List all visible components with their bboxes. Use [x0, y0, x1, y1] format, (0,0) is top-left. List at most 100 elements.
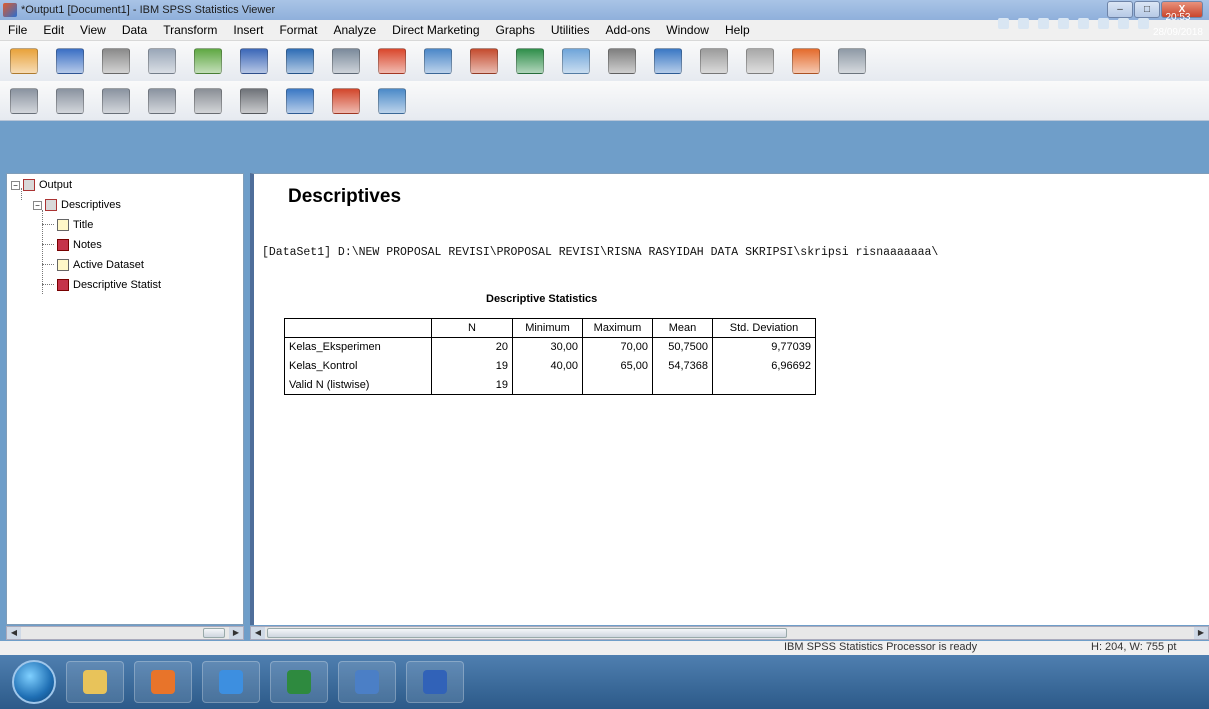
show-button[interactable]	[190, 84, 226, 118]
menu-edit[interactable]: Edit	[35, 23, 72, 37]
scroll-right-icon[interactable]: ▶	[229, 627, 243, 639]
export-icon	[194, 48, 222, 74]
scroll-thumb[interactable]	[203, 628, 225, 638]
scroll-thumb[interactable]	[267, 628, 787, 638]
tree-item-title[interactable]: Title	[57, 218, 93, 232]
insert-heading-button[interactable]	[282, 84, 318, 118]
network-icon[interactable]	[1098, 18, 1109, 29]
insert-new-text-button[interactable]	[374, 84, 410, 118]
taskbar-clock[interactable]: 20:53 28/09/2018	[1153, 10, 1203, 40]
minimize-button[interactable]: –	[1107, 1, 1133, 18]
spell-check-button[interactable]	[604, 44, 640, 78]
collapse-toggle-icon[interactable]: −	[11, 180, 20, 190]
tree-item-descriptives[interactable]: − Descriptives	[33, 198, 121, 212]
output-dimensions: H: 204, W: 755 pt	[1091, 641, 1177, 653]
menu-transform[interactable]: Transform	[155, 23, 225, 37]
tree-item-descriptive-statistics[interactable]: Descriptive Statist	[57, 278, 161, 292]
insert-image-button[interactable]	[834, 44, 870, 78]
media-player-taskbar-button[interactable]	[134, 661, 192, 703]
row-label: Kelas_Eksperimen	[284, 337, 432, 357]
word-taskbar-button[interactable]	[406, 661, 464, 703]
insert-chart-button[interactable]	[788, 44, 824, 78]
title-bar: *Output1 [Document1] - IBM SPSS Statisti…	[0, 0, 1209, 20]
menu-view[interactable]: View	[72, 23, 114, 37]
collapse-toggle-icon[interactable]: −	[33, 200, 42, 210]
export-button[interactable]	[190, 44, 226, 78]
print-preview-icon	[148, 48, 176, 74]
collapse-button[interactable]	[144, 84, 180, 118]
log-icon	[57, 259, 69, 271]
flag-icon[interactable]	[1078, 18, 1089, 29]
menu-analyze[interactable]: Analyze	[325, 23, 384, 37]
promote-icon	[10, 87, 38, 114]
cell-std-deviation: 6,96692	[712, 356, 816, 376]
antivirus-icon[interactable]	[1038, 18, 1049, 29]
scroll-left-icon[interactable]: ◀	[7, 627, 21, 639]
internet-explorer-taskbar-button[interactable]	[202, 661, 260, 703]
tree-item-active-dataset[interactable]: Active Dataset	[57, 258, 144, 272]
menu-help[interactable]: Help	[717, 23, 758, 37]
redo-button[interactable]	[328, 44, 364, 78]
variables-button[interactable]	[466, 44, 502, 78]
insert-title-button[interactable]	[696, 44, 732, 78]
menu-utilities[interactable]: Utilities	[543, 23, 598, 37]
menu-add-ons[interactable]: Add-ons	[598, 23, 659, 37]
insert-text-button[interactable]	[742, 44, 778, 78]
undo-button[interactable]	[282, 44, 318, 78]
outline-horizontal-scrollbar[interactable]: ◀ ▶	[6, 626, 244, 640]
spss-taskbar-button[interactable]	[338, 661, 396, 703]
tree-connector	[42, 284, 54, 285]
insert-heading-icon	[286, 87, 314, 114]
create-table-button[interactable]	[512, 44, 548, 78]
show-icon	[194, 87, 222, 114]
open-button[interactable]	[6, 44, 42, 78]
signal-icon[interactable]	[1138, 18, 1149, 29]
designate-window-button[interactable]	[650, 44, 686, 78]
goto-case-icon	[378, 48, 406, 74]
system-tray	[998, 18, 1149, 29]
expand-button[interactable]	[98, 84, 134, 118]
menu-file[interactable]: File	[0, 23, 35, 37]
print-button[interactable]	[98, 44, 134, 78]
goto-variable-button[interactable]	[420, 44, 456, 78]
menu-format[interactable]: Format	[271, 23, 325, 37]
content-horizontal-scrollbar[interactable]: ◀ ▶	[250, 626, 1209, 640]
demote-button[interactable]	[52, 84, 88, 118]
insert-image-icon	[838, 48, 866, 74]
media-player-taskbar-icon	[151, 670, 175, 694]
promote-button[interactable]	[6, 84, 42, 118]
excel-taskbar-icon	[287, 670, 311, 694]
chrome-icon[interactable]	[1058, 18, 1069, 29]
recall-dialog-button[interactable]	[236, 44, 272, 78]
menu-direct-marketing[interactable]: Direct Marketing	[384, 23, 487, 37]
print-preview-button[interactable]	[144, 44, 180, 78]
menu-graphs[interactable]: Graphs	[488, 23, 543, 37]
tree-item-notes[interactable]: Notes	[57, 238, 102, 252]
explorer-taskbar-button[interactable]	[66, 661, 124, 703]
scroll-right-icon[interactable]: ▶	[1194, 627, 1208, 639]
scroll-left-icon[interactable]: ◀	[251, 627, 265, 639]
menu-window[interactable]: Window	[658, 23, 717, 37]
descriptive-statistics-table[interactable]: N Minimum Maximum Mean Std. Deviation Ke…	[284, 318, 816, 395]
insert-new-title-button[interactable]	[328, 84, 364, 118]
save-button[interactable]	[52, 44, 88, 78]
menu-data[interactable]: Data	[114, 23, 155, 37]
excel-taskbar-button[interactable]	[270, 661, 328, 703]
demote-icon	[56, 87, 84, 114]
tree-item-label: Descriptive Statist	[73, 279, 162, 291]
tree-item-output[interactable]: − Output	[11, 178, 72, 192]
show-all-variables-button[interactable]	[558, 44, 594, 78]
output-heading: Descriptives	[288, 186, 402, 207]
output-content-pane[interactable]: Descriptives [DataSet1] D:\NEW PROPOSAL …	[250, 173, 1209, 625]
help-icon[interactable]	[1018, 18, 1029, 29]
menu-insert[interactable]: Insert	[225, 23, 271, 37]
hide-button[interactable]	[236, 84, 272, 118]
start-button[interactable]	[12, 660, 56, 704]
volume-icon[interactable]	[1118, 18, 1129, 29]
language-icon[interactable]	[998, 18, 1009, 29]
create-table-icon	[516, 48, 544, 74]
tree-connector	[42, 210, 43, 294]
clock-time: 20:53	[1165, 12, 1191, 23]
cell-n: 20	[431, 337, 513, 357]
goto-case-button[interactable]	[374, 44, 410, 78]
